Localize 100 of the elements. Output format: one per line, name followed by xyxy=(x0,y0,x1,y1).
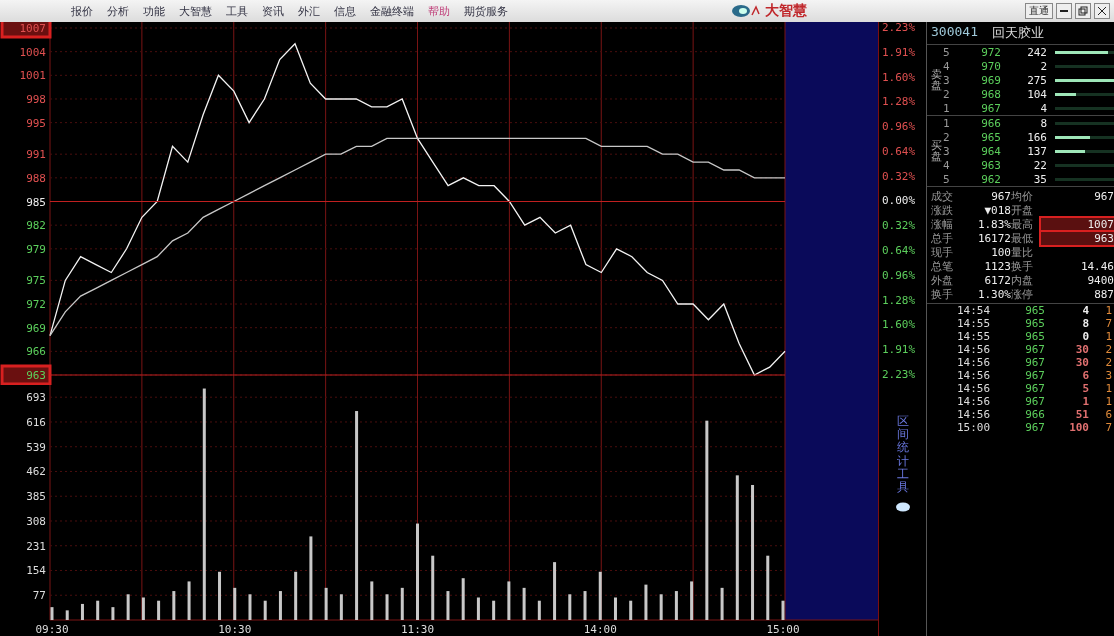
percent-label: 0.32% xyxy=(882,170,916,183)
trade-volume: 8 xyxy=(1081,317,1089,330)
order-level: 2 xyxy=(943,130,951,144)
trade-volume: 51 xyxy=(1074,408,1089,421)
side-tool-label[interactable]: 区间统计工具 xyxy=(896,415,909,495)
percent-label: 0.32% xyxy=(882,220,916,233)
trade-price: 967 xyxy=(1024,369,1045,382)
trade-volume: 4 xyxy=(1081,304,1089,317)
order-price: 962 xyxy=(980,172,1001,186)
stat-value: 16172 xyxy=(976,232,1011,245)
volume-axis-label: 462 xyxy=(26,465,46,479)
trade-volume: 100 xyxy=(1068,421,1089,434)
trade-time: 14:56 xyxy=(957,408,992,421)
trade-volume: 5 xyxy=(1081,382,1089,395)
book-side-label: 卖盘 xyxy=(929,67,943,94)
price-axis-label: 979 xyxy=(26,242,46,256)
order-volume: 8 xyxy=(1039,116,1047,130)
order-volume: 104 xyxy=(1026,87,1047,101)
menu-item[interactable]: 帮助 xyxy=(423,3,455,19)
close-button[interactable] xyxy=(1094,3,1110,19)
percent-label: 0.96% xyxy=(882,269,916,282)
book-side-label: 买盘 xyxy=(929,138,943,165)
volume-bar xyxy=(278,591,282,620)
volume-bar xyxy=(80,603,84,620)
trade-count: 1 xyxy=(1104,330,1113,343)
menu-item[interactable]: 报价 xyxy=(66,3,98,19)
order-level: 4 xyxy=(943,158,951,172)
menu-item[interactable]: 期货服务 xyxy=(459,3,513,19)
trade-volume: 1 xyxy=(1081,395,1089,408)
trade-count: 1 xyxy=(1104,382,1113,395)
pill-icon[interactable] xyxy=(894,502,911,513)
trade-count: 6 xyxy=(1104,408,1113,421)
price-axis-label: 995 xyxy=(26,116,46,130)
stat-value: 967 xyxy=(990,190,1011,203)
menu-item[interactable]: 工具 xyxy=(221,3,253,19)
trade-count: 7 xyxy=(1104,317,1113,330)
shortcut-button[interactable]: 直通 xyxy=(1025,3,1053,19)
percent-label: 1.28% xyxy=(882,96,916,109)
volume-axis-label: 385 xyxy=(26,490,46,504)
price-axis-label: 1001 xyxy=(19,69,46,83)
volume-bar xyxy=(598,571,602,620)
trade-time: 14:56 xyxy=(957,395,992,408)
volume-bar xyxy=(400,587,404,620)
stat-value: 1.30% xyxy=(976,288,1011,301)
menu-item[interactable]: 信息 xyxy=(329,3,361,19)
stat-label: 开盘 xyxy=(1011,203,1034,218)
order-price: 965 xyxy=(980,130,1001,144)
order-volume: 35 xyxy=(1032,172,1047,186)
order-volume: 166 xyxy=(1026,130,1047,144)
trade-price: 967 xyxy=(1024,343,1045,356)
volume-bar xyxy=(157,600,161,620)
menu-item[interactable]: 大智慧 xyxy=(174,3,217,19)
volume-bar xyxy=(492,600,496,620)
stat-value: ▼018 xyxy=(983,204,1011,217)
order-volume: 137 xyxy=(1026,144,1047,158)
percent-label: 0.96% xyxy=(882,121,916,134)
volume-bar xyxy=(461,578,465,620)
trade-count: 2 xyxy=(1104,343,1113,356)
volume-bar xyxy=(583,591,587,620)
volume-bar xyxy=(187,581,191,620)
order-volume: 4 xyxy=(1039,101,1047,115)
price-axis-label: 982 xyxy=(26,219,46,233)
price-axis-label: 998 xyxy=(26,93,46,106)
trade-count: 3 xyxy=(1104,369,1113,382)
price-axis-label: 975 xyxy=(26,274,46,288)
stat-label: 成交 xyxy=(931,189,954,204)
minimize-icon xyxy=(1060,10,1068,12)
trade-volume: 6 xyxy=(1081,369,1089,382)
order-level: 5 xyxy=(943,172,951,186)
menu-item[interactable]: 资讯 xyxy=(257,3,289,19)
price-axis-label: 988 xyxy=(26,171,46,185)
price-axis-label: 963 xyxy=(26,369,46,382)
order-level: 3 xyxy=(943,73,951,87)
order-price: 964 xyxy=(980,144,1001,158)
menu-item[interactable]: 功能 xyxy=(138,3,170,19)
restore-icon xyxy=(1078,6,1088,16)
trade-time: 14:54 xyxy=(957,304,992,317)
brand-name: 大智慧 xyxy=(765,2,807,20)
volume-axis-label: 539 xyxy=(26,440,46,454)
trade-count: 7 xyxy=(1104,421,1113,434)
time-label: 09:30 xyxy=(35,623,69,636)
order-price: 966 xyxy=(980,116,1001,130)
stat-label: 涨跌 xyxy=(931,203,954,218)
trade-price: 967 xyxy=(1024,421,1045,434)
order-level: 5 xyxy=(943,45,951,59)
stat-value: 887 xyxy=(1093,288,1114,301)
menu-item[interactable]: 分析 xyxy=(102,3,134,19)
percent-label: 1.28% xyxy=(882,294,916,307)
volume-bar xyxy=(720,587,724,620)
stock-code: 300041 xyxy=(931,24,978,41)
minimize-button[interactable] xyxy=(1056,3,1072,19)
volume-bar xyxy=(50,607,54,620)
volume-axis-label: 693 xyxy=(26,391,46,405)
restore-button[interactable] xyxy=(1075,3,1091,19)
menu-item[interactable]: 外汇 xyxy=(293,3,325,19)
close-icon xyxy=(1097,6,1107,16)
volume-bar xyxy=(629,600,633,620)
stat-label: 外盘 xyxy=(931,273,954,288)
stat-label: 涨幅 xyxy=(931,217,954,232)
menu-item[interactable]: 金融终端 xyxy=(365,3,419,19)
